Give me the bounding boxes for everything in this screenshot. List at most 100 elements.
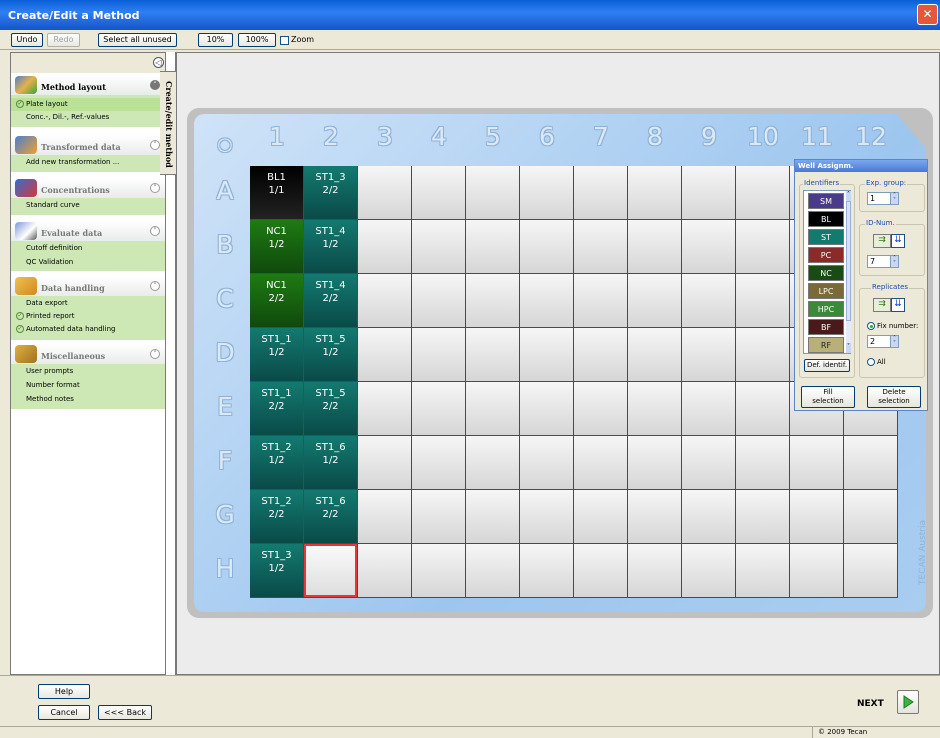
identifier-item-nc[interactable]: NC <box>808 265 844 281</box>
well-a5[interactable] <box>466 166 519 219</box>
well-e10[interactable] <box>736 382 789 435</box>
well-c6[interactable] <box>520 274 573 327</box>
well-e5[interactable] <box>466 382 519 435</box>
well-a9[interactable] <box>682 166 735 219</box>
well-f6[interactable] <box>520 436 573 489</box>
well-f3[interactable] <box>358 436 411 489</box>
sidebar-item-user-prompts[interactable]: User prompts <box>26 367 73 375</box>
cancel-button[interactable]: Cancel <box>38 705 90 720</box>
sidebar-item-method-notes[interactable]: Method notes <box>26 395 74 403</box>
well-h4[interactable] <box>412 544 465 597</box>
well-f5[interactable] <box>466 436 519 489</box>
column-label[interactable]: 4 <box>412 122 466 151</box>
identifier-item-bf[interactable]: BF <box>808 319 844 335</box>
spinner-icon[interactable]: ˄ ˅ <box>890 256 898 267</box>
chevron-up-icon[interactable]: ˄ <box>150 349 160 359</box>
well-d7[interactable] <box>574 328 627 381</box>
well-a3[interactable] <box>358 166 411 219</box>
sidebar-item-conc-values[interactable]: Conc.-, Dil.-, Ref.-values <box>26 113 109 121</box>
column-label[interactable]: 3 <box>358 122 412 151</box>
well-f2[interactable]: ST1_6 1/2 <box>304 436 357 489</box>
column-label[interactable]: 12 <box>844 122 898 151</box>
well-e9[interactable] <box>682 382 735 435</box>
next-button[interactable] <box>897 690 919 714</box>
well-c8[interactable] <box>628 274 681 327</box>
well-d2[interactable]: ST1_5 1/2 <box>304 328 357 381</box>
section-method-layout[interactable]: Method layout ˄ <box>11 75 165 95</box>
well-g3[interactable] <box>358 490 411 543</box>
well-h8[interactable] <box>628 544 681 597</box>
column-label[interactable]: 11 <box>790 122 844 151</box>
chevron-up-icon[interactable]: ˄ <box>150 140 160 150</box>
well-c1[interactable]: NC1 2/2 <box>250 274 303 327</box>
well-h6[interactable] <box>520 544 573 597</box>
well-a6[interactable] <box>520 166 573 219</box>
well-g5[interactable] <box>466 490 519 543</box>
well-h11[interactable] <box>790 544 843 597</box>
well-g12[interactable] <box>844 490 897 543</box>
well-d5[interactable] <box>466 328 519 381</box>
help-button[interactable]: Help <box>38 684 90 699</box>
column-label[interactable]: 7 <box>574 122 628 151</box>
well-f4[interactable] <box>412 436 465 489</box>
exp-group-field[interactable]: 1 ˄ ˅ <box>867 192 899 205</box>
sidebar-item-number-format[interactable]: Number format <box>26 381 80 389</box>
well-g10[interactable] <box>736 490 789 543</box>
zoom-checkbox[interactable] <box>280 36 289 45</box>
well-h1[interactable]: ST1_3 1/2 <box>250 544 303 597</box>
delete-selection-button[interactable]: Delete selection <box>867 386 921 408</box>
well-c5[interactable] <box>466 274 519 327</box>
sidebar-item-add-transformation[interactable]: Add new transformation ... <box>26 158 119 166</box>
well-f12[interactable] <box>844 436 897 489</box>
well-g8[interactable] <box>628 490 681 543</box>
well-b4[interactable] <box>412 220 465 273</box>
well-f7[interactable] <box>574 436 627 489</box>
define-identifier-button[interactable]: Def. identif. <box>804 359 850 372</box>
row-label[interactable]: H <box>210 554 240 583</box>
section-evaluate-data[interactable]: Evaluate data ˄ <box>11 221 165 241</box>
well-c2[interactable]: ST1_4 2/2 <box>304 274 357 327</box>
well-f9[interactable] <box>682 436 735 489</box>
collapse-sidebar-icon[interactable]: ◁ <box>153 57 164 68</box>
well-h2[interactable] <box>304 544 357 597</box>
well-a10[interactable] <box>736 166 789 219</box>
sidebar-item-standard-curve[interactable]: Standard curve <box>26 201 80 209</box>
well-c3[interactable] <box>358 274 411 327</box>
well-d6[interactable] <box>520 328 573 381</box>
replicate-horizontal-icon[interactable]: ⇉ <box>873 298 891 312</box>
well-d9[interactable] <box>682 328 735 381</box>
row-label[interactable]: A <box>210 176 240 205</box>
well-b8[interactable] <box>628 220 681 273</box>
well-a1[interactable]: BL1 1/1 <box>250 166 303 219</box>
well-g11[interactable] <box>790 490 843 543</box>
well-b7[interactable] <box>574 220 627 273</box>
close-window-button[interactable]: ✕ <box>917 4 938 25</box>
well-g6[interactable] <box>520 490 573 543</box>
well-h10[interactable] <box>736 544 789 597</box>
well-b6[interactable] <box>520 220 573 273</box>
row-label[interactable]: E <box>210 392 240 421</box>
well-e2[interactable]: ST1_5 2/2 <box>304 382 357 435</box>
well-f11[interactable] <box>790 436 843 489</box>
well-g7[interactable] <box>574 490 627 543</box>
well-b1[interactable]: NC1 1/2 <box>250 220 303 273</box>
section-concentrations[interactable]: Concentrations ˄ <box>11 178 165 198</box>
well-e6[interactable] <box>520 382 573 435</box>
well-g2[interactable]: ST1_6 2/2 <box>304 490 357 543</box>
row-label[interactable]: D <box>210 338 240 367</box>
redo-button[interactable]: Redo <box>47 33 80 47</box>
spinner-icon[interactable]: ˄ ˅ <box>890 193 898 204</box>
identifier-item-rf[interactable]: RF <box>808 337 844 353</box>
column-label[interactable]: 9 <box>682 122 736 151</box>
well-c7[interactable] <box>574 274 627 327</box>
well-f10[interactable] <box>736 436 789 489</box>
well-e4[interactable] <box>412 382 465 435</box>
column-label[interactable]: 10 <box>736 122 790 151</box>
well-h7[interactable] <box>574 544 627 597</box>
identifier-item-sm[interactable]: SM <box>808 193 844 209</box>
row-label[interactable]: F <box>210 446 240 475</box>
well-f1[interactable]: ST1_2 1/2 <box>250 436 303 489</box>
scroll-thumb[interactable] <box>846 201 851 321</box>
well-f8[interactable] <box>628 436 681 489</box>
spinner-icon[interactable]: ˄ ˅ <box>890 336 898 347</box>
